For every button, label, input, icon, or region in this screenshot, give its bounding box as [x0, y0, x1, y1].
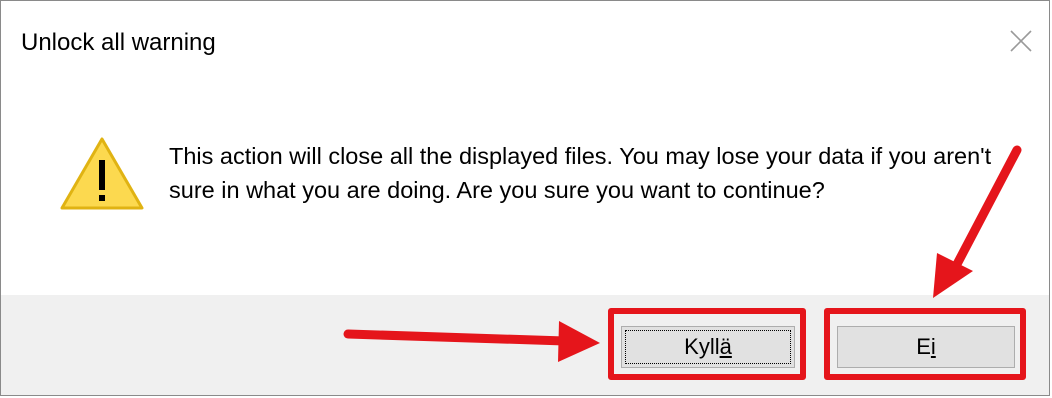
close-icon[interactable]: [1001, 21, 1041, 61]
dialog-message: This action will close all the displayed…: [169, 143, 992, 203]
no-button[interactable]: Ei: [837, 326, 1015, 368]
yes-button-label: Kyllä: [684, 334, 732, 359]
button-bar: Kyllä Ei: [1, 295, 1049, 395]
title-bar: Unlock all warning: [1, 1, 1049, 81]
dialog-content: This action will close all the displayed…: [1, 81, 1049, 295]
no-button-label: Ei: [916, 334, 936, 359]
dialog-window: Unlock all warning This action will clos…: [0, 0, 1050, 396]
dialog-title: Unlock all warning: [21, 29, 216, 56]
warning-icon: [60, 137, 144, 210]
yes-button[interactable]: Kyllä: [621, 326, 795, 368]
